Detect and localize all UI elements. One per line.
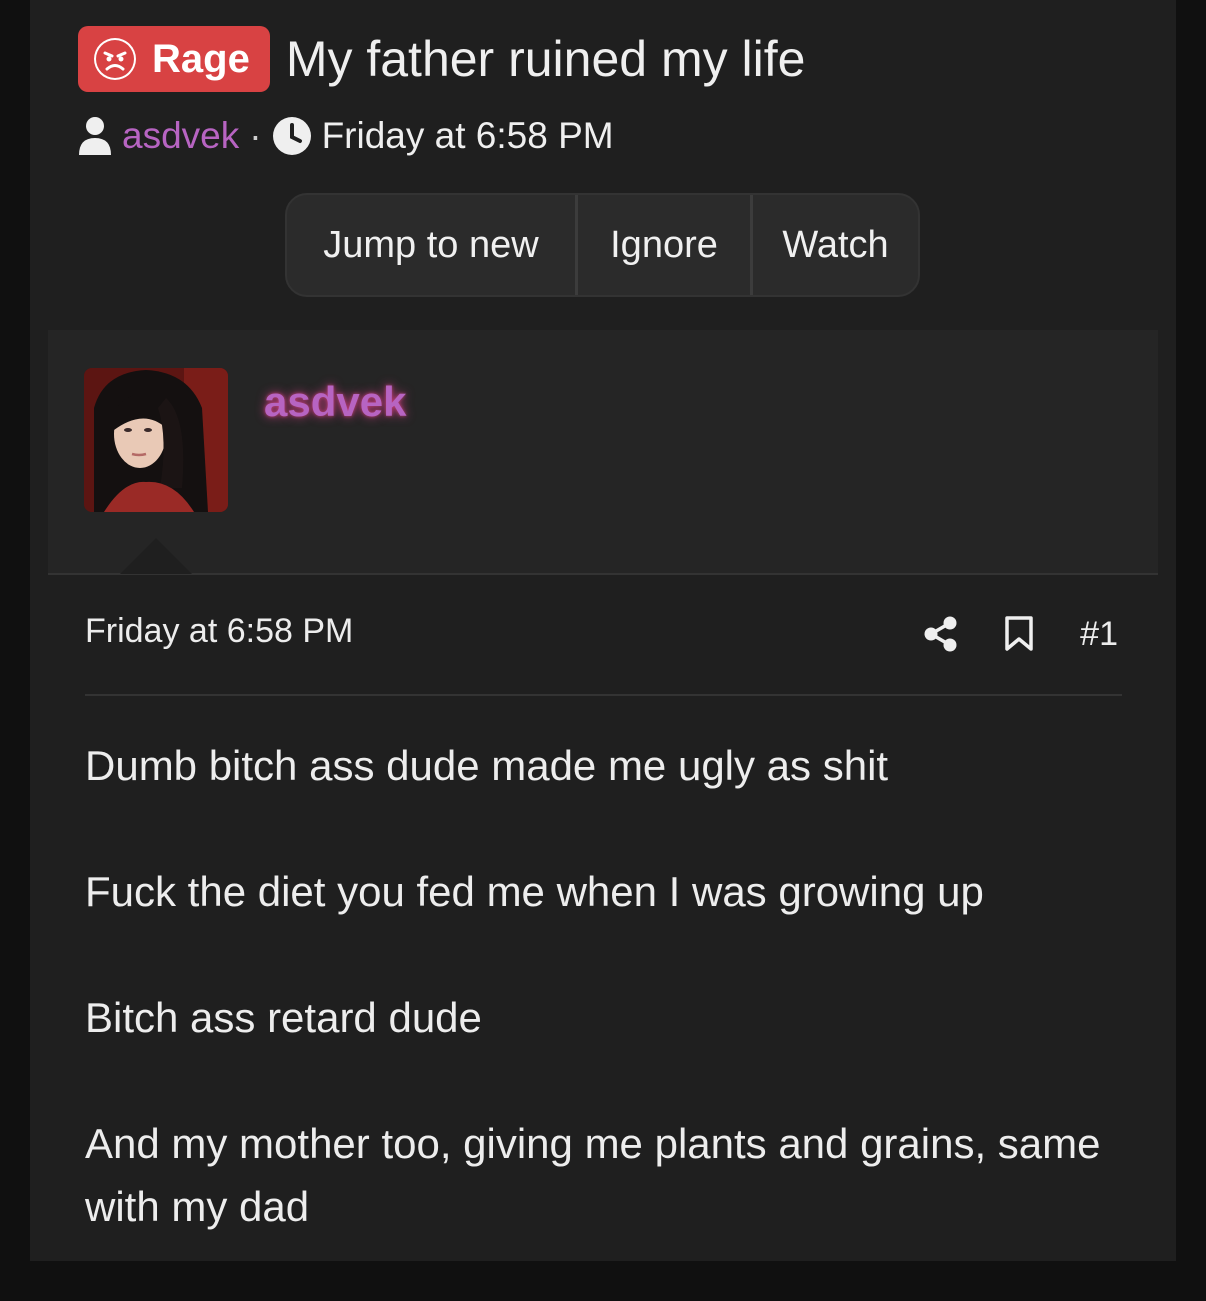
user-block-arrow	[120, 538, 192, 574]
thread-title: My father ruined my life	[285, 31, 806, 87]
angry-face-icon	[94, 38, 136, 80]
post-body: Dumb bitch ass dude made me ugly as shit…	[85, 734, 1125, 1301]
post-username[interactable]: asdvek	[264, 378, 406, 426]
post-actions: #1	[878, 612, 1118, 656]
bookmark-icon[interactable]	[1004, 616, 1034, 652]
jump-to-new-button[interactable]: Jump to new	[287, 195, 578, 295]
post-number-link[interactable]: #1	[1080, 615, 1118, 654]
thread-meta: asdvek · Friday at 6:58 PM	[78, 113, 614, 159]
avatar[interactable]	[84, 368, 228, 512]
thread-author-link[interactable]: asdvek	[122, 115, 239, 157]
user-icon	[79, 117, 111, 155]
prefix-label: Rage	[152, 36, 250, 81]
thread-date-link[interactable]: Friday at 6:58 PM	[322, 115, 614, 157]
meta-separator: ·	[249, 115, 262, 156]
thread-action-buttons: Jump to new Ignore Watch	[285, 193, 920, 297]
post-user-block: asdvek	[48, 330, 1158, 575]
share-icon[interactable]	[924, 616, 958, 652]
post-header-divider	[85, 694, 1122, 696]
post-paragraph: And my mother too, giving me plants and …	[85, 1120, 1101, 1230]
ignore-button[interactable]: Ignore	[578, 195, 753, 295]
post-paragraph: Dumb bitch ass dude made me ugly as shit	[85, 742, 889, 789]
post-paragraph: Bitch ass retard dude	[85, 994, 482, 1041]
clock-icon	[272, 117, 311, 155]
rage-prefix-badge[interactable]: Rage	[78, 26, 270, 92]
thread-header: Rage My father ruined my life	[78, 26, 805, 92]
watch-button[interactable]: Watch	[753, 195, 918, 295]
post-date-link[interactable]: Friday at 6:58 PM	[85, 612, 353, 651]
post-paragraph: Fuck the diet you fed me when I was grow…	[85, 868, 984, 915]
